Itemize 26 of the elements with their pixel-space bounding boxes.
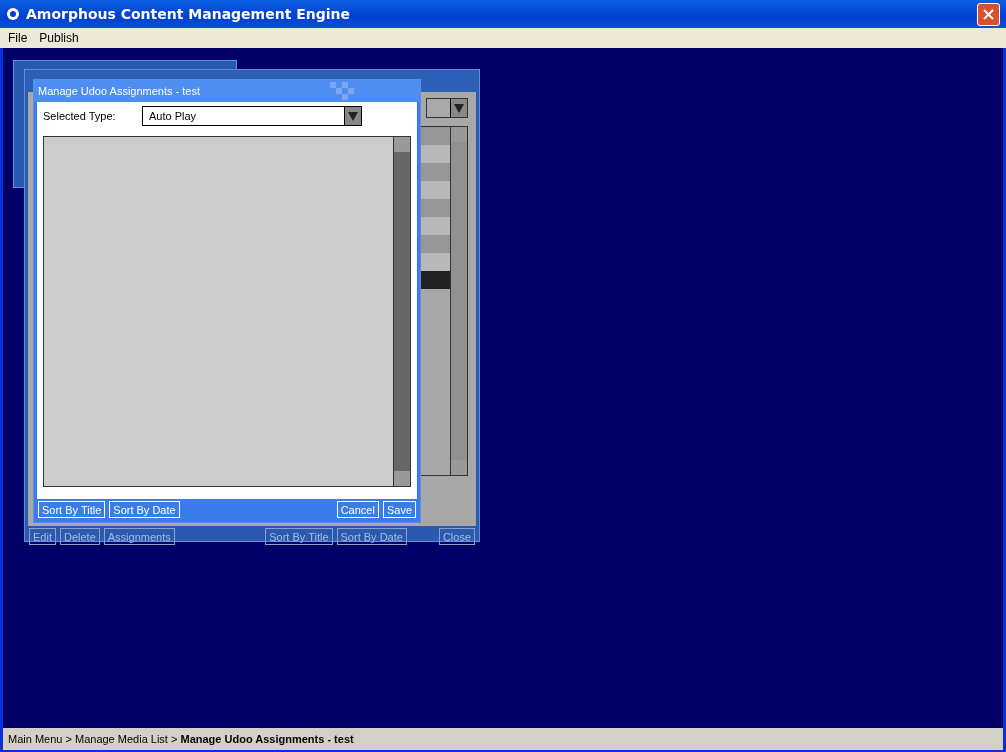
scrollbar[interactable] <box>450 127 467 475</box>
dialog-button[interactable]: Cancel <box>336 501 379 518</box>
close-button[interactable] <box>977 2 1000 26</box>
sort-button[interactable]: Sort By Title <box>38 501 106 518</box>
sort-button[interactable]: Sort By Date <box>109 501 180 518</box>
checker-pattern-icon <box>330 82 354 100</box>
sort-button[interactable]: Sort By Date <box>336 528 407 545</box>
scrollbar[interactable] <box>393 137 410 486</box>
dialog-title: Manage Udoo Assignments - test <box>38 85 201 97</box>
close-icon <box>983 8 994 20</box>
close-window-button[interactable]: Close <box>438 528 475 545</box>
type-dropdown[interactable] <box>426 98 468 118</box>
action-button[interactable]: Edit <box>29 528 56 545</box>
gear-icon <box>6 7 20 21</box>
dropdown-arrow-icon <box>348 111 358 121</box>
type-label: Selected Type: <box>43 110 117 122</box>
dropdown-arrow-icon <box>454 103 464 113</box>
action-button[interactable]: Assignments <box>103 528 175 545</box>
window-title: Amorphous Content Management Engine <box>26 6 352 22</box>
dialog-button[interactable]: Save <box>382 501 416 518</box>
menu-item[interactable]: Publish <box>39 31 79 45</box>
type-dropdown[interactable]: Auto Play <box>142 106 362 126</box>
menu-item[interactable]: File <box>8 31 28 45</box>
action-button[interactable]: Delete <box>59 528 100 545</box>
sort-button[interactable]: Sort By Title <box>265 528 333 545</box>
breadcrumb: Main Menu > Manage Media List > Manage Udoo Assignments - test <box>8 733 354 745</box>
